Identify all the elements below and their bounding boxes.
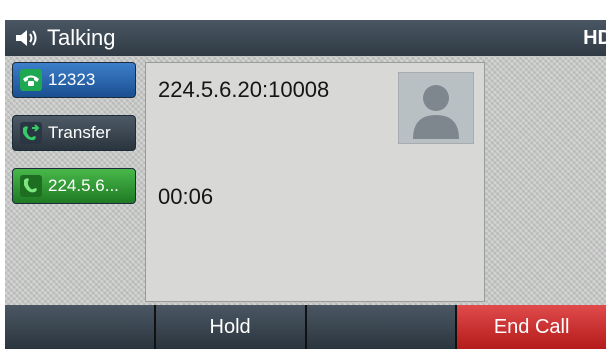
call-duration: 00:06 — [158, 184, 214, 209]
call-area: 12323 Transfer 224.5.6... 224.5.6.20:100… — [5, 56, 606, 305]
status-bar: Talking HD — [5, 20, 606, 57]
line-key-account[interactable]: 12323 — [12, 62, 136, 98]
end-call-button[interactable]: End Call — [457, 305, 606, 349]
hd-indicator: HD — [583, 26, 606, 49]
remote-address: 224.5.6.20:10008 — [158, 77, 330, 102]
softkey-3[interactable] — [306, 305, 456, 349]
call-state-title: Talking — [47, 25, 116, 50]
hold-button[interactable]: Hold — [155, 305, 305, 349]
line-key-active-call[interactable]: 224.5.6... — [12, 168, 136, 204]
line-key-label: 224.5.6... — [48, 176, 119, 195]
line-key-label: 12323 — [48, 70, 96, 89]
softkey-1[interactable] — [5, 305, 154, 349]
line-key-transfer[interactable]: Transfer — [12, 115, 136, 151]
transfer-icon — [20, 122, 42, 144]
call-info-panel: 224.5.6.20:10008 00:06 — [145, 62, 485, 302]
phone-screen: Talking HD 12323 Transfer 224.5.6... 224… — [5, 20, 606, 349]
active-call-icon — [20, 175, 42, 197]
softkey-bar: Hold End Call — [5, 305, 606, 349]
contact-avatar-icon — [398, 72, 474, 144]
phone-icon — [20, 69, 42, 91]
line-key-label: Transfer — [48, 123, 111, 142]
speaker-icon — [16, 30, 37, 46]
